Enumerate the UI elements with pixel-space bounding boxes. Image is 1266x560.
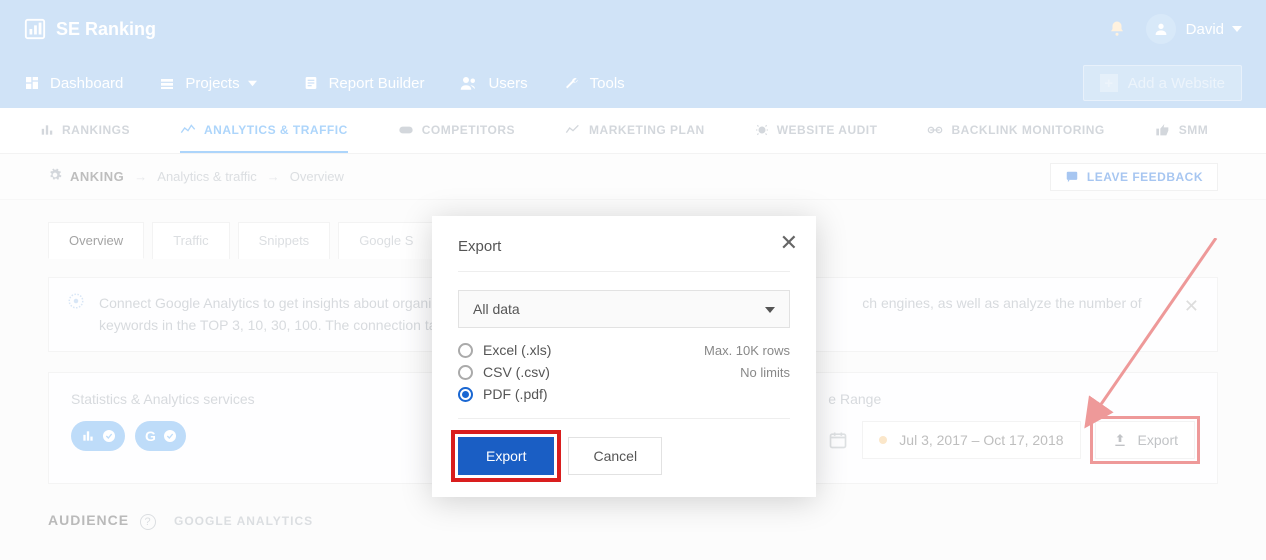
modal-title: Export: [458, 238, 790, 255]
radio-icon: [458, 343, 473, 358]
export-scope-select[interactable]: All data: [458, 290, 790, 328]
radio-icon: [458, 365, 473, 380]
radio-csv-label: CSV (.csv): [483, 364, 550, 380]
export-scope-value: All data: [473, 301, 520, 317]
radio-xls-note: Max. 10K rows: [704, 343, 790, 358]
radio-icon: [458, 387, 473, 402]
modal-close-icon[interactable]: ✕: [780, 230, 798, 256]
modal-overlay: ✕ Export All data Excel (.xls) Max. 10K …: [0, 0, 1266, 560]
modal-cancel-button[interactable]: Cancel: [568, 437, 662, 475]
modal-export-button[interactable]: Export: [458, 437, 554, 475]
radio-pdf-label: PDF (.pdf): [483, 386, 548, 402]
triangle-down-icon: [765, 301, 775, 317]
radio-pdf[interactable]: PDF (.pdf): [458, 386, 790, 402]
radio-xls[interactable]: Excel (.xls) Max. 10K rows: [458, 342, 790, 358]
radio-csv[interactable]: CSV (.csv) No limits: [458, 364, 790, 380]
export-modal: ✕ Export All data Excel (.xls) Max. 10K …: [432, 216, 816, 497]
radio-xls-label: Excel (.xls): [483, 342, 551, 358]
radio-csv-note: No limits: [740, 365, 790, 380]
